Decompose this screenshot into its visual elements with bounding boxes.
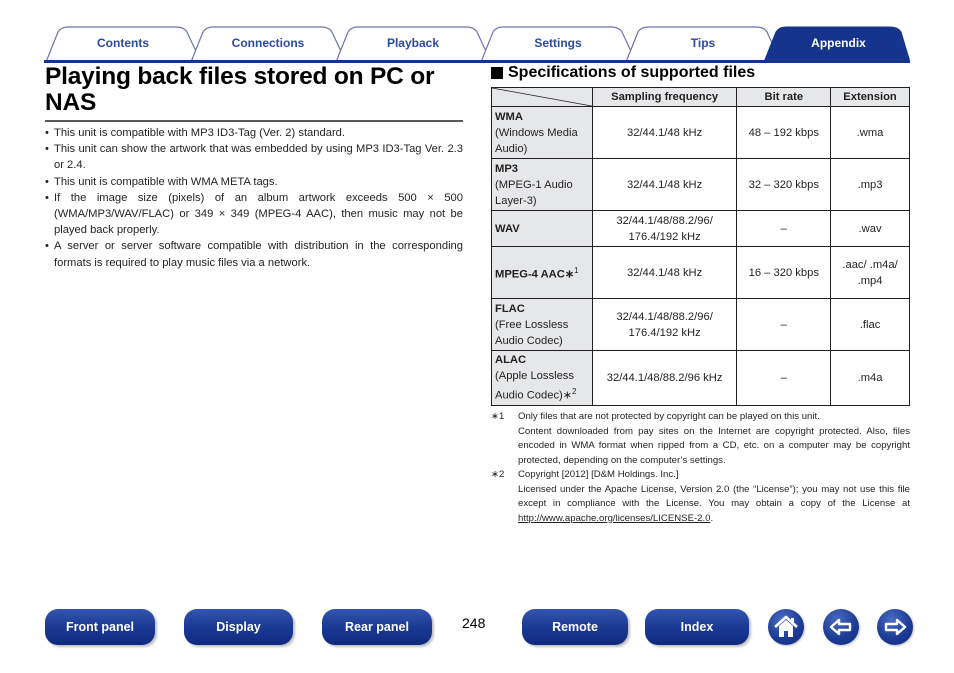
footnote-1: ∗1 Only files that are not protected by …: [491, 410, 910, 468]
tab-tips[interactable]: Tips: [638, 26, 768, 60]
format-name: MPEG-4 AAC∗1: [495, 263, 589, 283]
sampling-cell: 32/44.1/48/88.2/96 kHz: [591, 350, 738, 406]
footnote-text: Licensed under the Apache License, Versi…: [518, 483, 910, 524]
sampling-cell: 32/44.1/48 kHz: [591, 106, 738, 159]
forward-button[interactable]: [877, 609, 913, 645]
footnote-ref: 1: [574, 265, 579, 275]
note-item: This unit can show the artwork that was …: [45, 141, 463, 173]
format-cell: MP3 (MPEG-1 Audio Layer-3): [491, 158, 593, 211]
bitrate-cell: 48 – 192 kbps: [736, 106, 832, 159]
remote-button[interactable]: Remote: [522, 609, 628, 645]
note-item: This unit is compatible with WMA META ta…: [45, 174, 463, 190]
section-heading-text: Specifications of supported files: [508, 64, 756, 81]
display-button[interactable]: Display: [184, 609, 293, 645]
format-cell: MPEG-4 AAC∗1: [491, 246, 593, 299]
supported-files-table: Sampling frequency Bit rate Extension WM…: [491, 87, 910, 406]
section-heading: Specifications of supported files: [491, 64, 755, 82]
sampling-cell: 32/44.1/48 kHz: [591, 246, 738, 299]
note-item: This unit is compatible with MP3 ID3-Tag…: [45, 125, 463, 141]
bitrate-cell: 16 – 320 kbps: [736, 246, 832, 299]
note-item: If the image size (pixels) of an album a…: [45, 190, 463, 239]
extension-cell: .mp3: [830, 158, 910, 211]
tab-contents[interactable]: Contents: [58, 26, 188, 60]
format-cell: WAV: [491, 210, 593, 247]
license-link[interactable]: http://www.apache.org/licenses/LICENSE-2…: [518, 513, 711, 524]
footnote-asterisk: ∗: [564, 268, 575, 281]
format-cell: WMA (Windows Media Audio): [491, 106, 593, 159]
table-row: FLAC (Free Lossless Audio Codec) 32/44.1…: [491, 298, 910, 351]
format-name-text: MPEG-4 AAC: [495, 268, 565, 281]
format-name: WAV: [495, 222, 520, 235]
format-desc: (MPEG-1 Audio Layer-3): [495, 178, 573, 207]
table-row: WMA (Windows Media Audio) 32/44.1/48 kHz…: [491, 106, 910, 159]
extension-cell: .wav: [830, 210, 910, 247]
bitrate-cell: –: [736, 210, 832, 247]
extension-cell: .wma: [830, 106, 910, 159]
table-header-row: Sampling frequency Bit rate Extension: [491, 87, 910, 107]
footnote-text: Content downloaded from pay sites on the…: [518, 425, 910, 466]
bitrate-cell: 32 – 320 kbps: [736, 158, 832, 211]
corner-cell: [491, 87, 593, 107]
home-icon: [774, 615, 798, 637]
page-number: 248: [462, 615, 486, 631]
format-cell: FLAC (Free Lossless Audio Codec): [491, 298, 593, 351]
table-row: WAV 32/44.1/48/88.2/96/ 176.4/192 kHz – …: [491, 210, 910, 247]
footnote-text: Copyright [2012] [D&M Holdings. Inc.]: [518, 469, 679, 480]
sampling-cell: 32/44.1/48 kHz: [591, 158, 738, 211]
arrow-left-icon: [829, 618, 852, 636]
top-tab-bar: Contents Connections Playback Settings T…: [44, 26, 910, 62]
arrow-right-icon: [884, 618, 907, 636]
footnote-2: ∗2 Copyright [2012] [D&M Holdings. Inc.]…: [491, 468, 910, 526]
note-item: A server or server software compatible w…: [45, 238, 463, 270]
diagonal-line: [492, 88, 592, 106]
format-name: MP3: [495, 162, 519, 175]
bitrate-cell: –: [736, 298, 832, 351]
index-button[interactable]: Index: [645, 609, 749, 645]
column-header-sampling: Sampling frequency: [591, 87, 738, 107]
format-cell: ALAC (Apple Lossless Audio Codec)∗2: [491, 350, 593, 406]
extension-cell: .aac/ .m4a/ .mp4: [830, 246, 910, 299]
footnote-text: Only files that are not protected by cop…: [518, 411, 820, 422]
table-row: ALAC (Apple Lossless Audio Codec)∗2 32/4…: [491, 350, 910, 406]
format-name: WMA: [495, 110, 523, 123]
footnote-mark: ∗2: [491, 469, 505, 480]
sampling-cell: 32/44.1/48/88.2/96/ 176.4/192 kHz: [591, 210, 738, 247]
column-header-bitrate: Bit rate: [736, 87, 832, 107]
sampling-cell: 32/44.1/48/88.2/96/ 176.4/192 kHz: [591, 298, 738, 351]
footnote-asterisk: ∗: [562, 389, 573, 402]
title-divider: [45, 120, 463, 122]
notes-list: This unit is compatible with MP3 ID3-Tag…: [45, 125, 463, 271]
tab-connections[interactable]: Connections: [203, 26, 333, 60]
page-title: Playing back files stored on PC or NAS: [45, 63, 435, 116]
format-name: FLAC: [495, 302, 525, 315]
front-panel-button[interactable]: Front panel: [45, 609, 155, 645]
footnote-ref: 2: [572, 387, 577, 396]
tab-playback[interactable]: Playback: [348, 26, 478, 60]
format-desc: (Free Lossless Audio Codec): [495, 318, 569, 347]
tab-settings[interactable]: Settings: [493, 26, 623, 60]
back-button[interactable]: [823, 609, 859, 645]
rear-panel-button[interactable]: Rear panel: [322, 609, 432, 645]
footnote-mark: ∗1: [491, 411, 505, 422]
table-row: MPEG-4 AAC∗1 32/44.1/48 kHz 16 – 320 kbp…: [491, 246, 910, 299]
table-row: MP3 (MPEG-1 Audio Layer-3) 32/44.1/48 kH…: [491, 158, 910, 211]
extension-cell: .flac: [830, 298, 910, 351]
format-name: ALAC: [495, 354, 527, 366]
square-bullet-icon: [491, 67, 503, 79]
footnotes: ∗1 Only files that are not protected by …: [491, 410, 910, 526]
column-header-extension: Extension: [830, 87, 910, 107]
format-desc: (Windows Media Audio): [495, 126, 578, 155]
extension-cell: .m4a: [830, 350, 910, 406]
bitrate-cell: –: [736, 350, 832, 406]
tab-appendix[interactable]: Appendix: [776, 26, 901, 60]
home-button[interactable]: [768, 609, 804, 645]
